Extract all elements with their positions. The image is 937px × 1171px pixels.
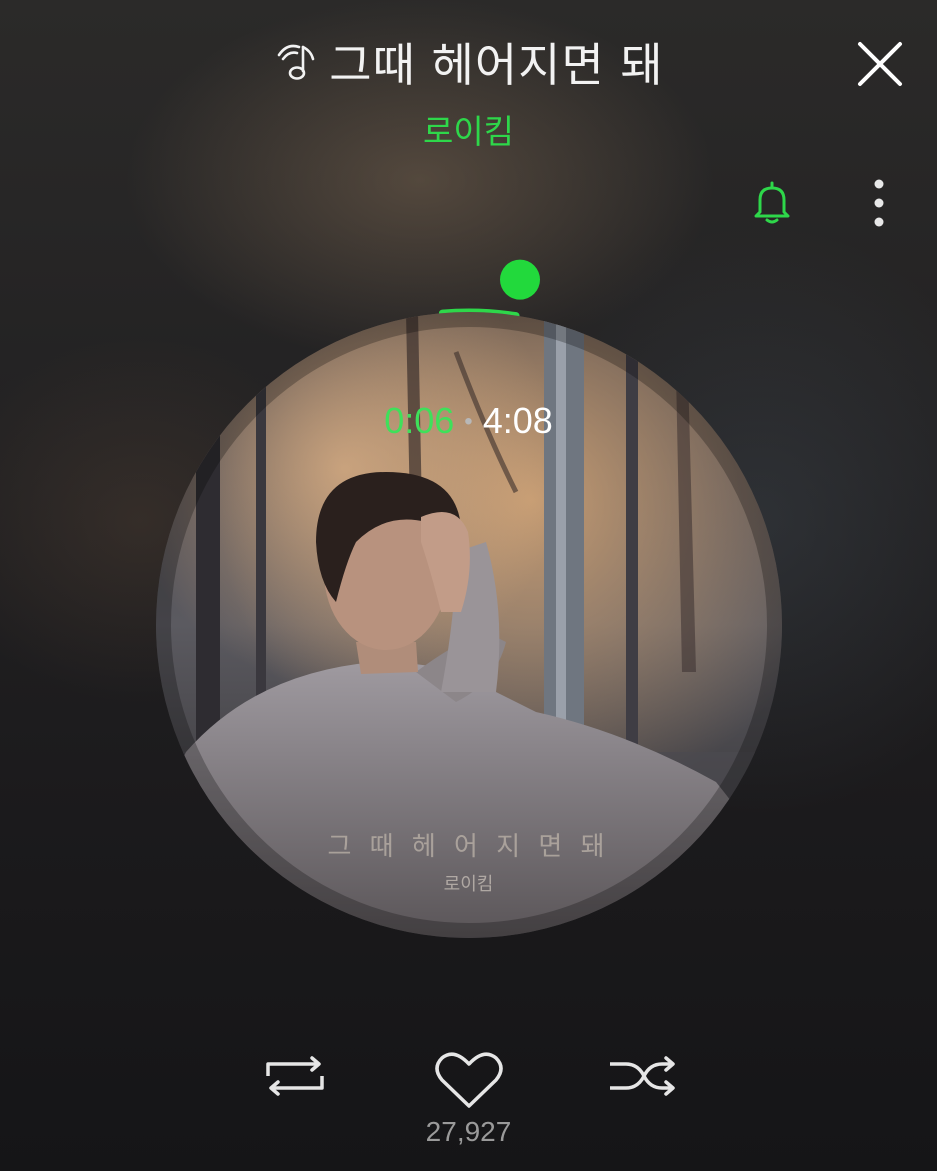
song-title: 그때 헤어지면 돼	[329, 38, 664, 92]
artist-name[interactable]: 로이킴	[0, 105, 937, 153]
repeat-icon[interactable]	[262, 1056, 328, 1096]
player-screen: 그때 헤어지면 돼 로이킴 0:06 • 4:08 그 때 헤 어 지 면 돼 …	[0, 0, 937, 1171]
album-cover-title: 그 때 헤 어 지 면 돼	[327, 832, 610, 862]
time-display: 0:06 • 4:08	[0, 400, 937, 442]
album-cover-artist: 로이킴	[443, 874, 494, 895]
more-vertical-icon[interactable]	[862, 176, 896, 230]
music-note-icon	[277, 44, 315, 80]
bell-icon[interactable]	[748, 178, 796, 226]
progress-knob	[500, 259, 540, 300]
title-row: 그때 헤어지면 돼	[0, 30, 937, 94]
heart-icon[interactable]	[434, 1050, 504, 1110]
shuffle-icon[interactable]	[606, 1056, 678, 1096]
close-icon[interactable]	[852, 36, 908, 92]
like-count: 27,927	[425, 1116, 512, 1147]
current-time: 0:06	[384, 400, 455, 441]
total-time: 4:08	[482, 400, 553, 441]
time-separator: •	[464, 408, 473, 435]
